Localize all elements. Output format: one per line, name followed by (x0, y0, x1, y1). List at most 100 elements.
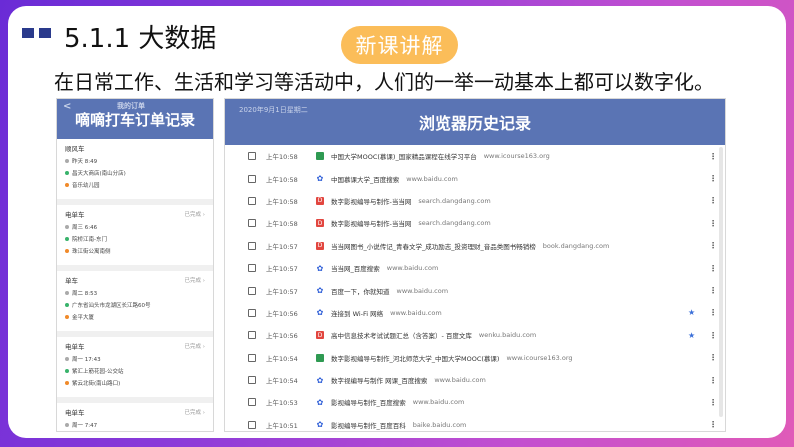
more-options-icon[interactable]: ⋮ (709, 219, 717, 228)
history-title[interactable]: 连接到 Wi-Fi 网络 (331, 308, 383, 318)
more-options-icon[interactable]: ⋮ (709, 152, 717, 161)
order-status: 已完成 › (184, 278, 205, 284)
history-title[interactable]: 当当网_百度搜索 (331, 263, 380, 273)
history-row[interactable]: 上午10:54 数字影视编导与制作_河北师范大学_中国大学MOOC(慕课) www.… (225, 347, 725, 369)
history-row[interactable]: 上午10:58 中国大学MOOC(慕课)_国家精品课程在线学习平台 www.icou… (225, 145, 725, 167)
history-domain: www.icourse163.org (506, 353, 573, 362)
history-checkbox[interactable] (248, 353, 256, 362)
history-row[interactable]: 上午10:57 D 当当网图书_小说传记_青春文学_成功励志_投资理财_音品类图书畅… (225, 235, 725, 257)
history-checkbox[interactable] (248, 331, 256, 340)
more-options-icon[interactable]: ⋮ (709, 174, 717, 183)
history-domain: www.baidu.com (386, 264, 439, 273)
history-title[interactable]: 中国慕课大学_百度搜索 (331, 174, 399, 184)
slide-heading: 5.1.1 大数据 (64, 24, 217, 54)
back-icon[interactable]: < (63, 101, 71, 112)
history-row[interactable]: 上午10:58 D 数字影视编导与制作-当当网 search.dangdang.com… (225, 190, 725, 212)
order-time: 周三 6:46 (72, 225, 98, 231)
star-icon[interactable]: ★ (688, 331, 695, 340)
history-row[interactable]: 上午10:56 ✿ 连接到 Wi-Fi 网络 www.baidu.com ★ ⋮ (225, 302, 725, 324)
order-status: 已完成 › (184, 212, 205, 218)
history-domain: baike.baidu.com (412, 420, 467, 429)
order-destination: 金平大厦 (72, 315, 95, 321)
origin-dot-icon (65, 171, 69, 175)
dangdang-icon: D (316, 331, 324, 340)
history-checkbox[interactable] (248, 196, 256, 205)
history-row[interactable]: 上午10:53 ✿ 影视编导与制作_百度搜索 www.baidu.com ⋮ (225, 391, 725, 413)
order-origin: 广东省汕头市龙湖区长江路60号 (72, 303, 151, 309)
order-type: 顺风车 (65, 145, 85, 153)
browser-history-header: 2020年9月1日星期二 浏览器历史记录 (225, 99, 725, 145)
time-dot-icon (65, 159, 69, 163)
history-checkbox[interactable] (248, 241, 256, 250)
history-checkbox[interactable] (248, 376, 256, 385)
history-title[interactable]: 高中信息技术考试试题汇总（含答案）- 百度文库 (331, 330, 472, 340)
history-time: 上午10:57 (266, 265, 298, 274)
history-domain: www.baidu.com (434, 376, 486, 385)
history-checkbox[interactable] (248, 308, 256, 317)
history-scrollbar[interactable] (719, 147, 723, 417)
history-title[interactable]: 影视编导与制作_百度搜索 (331, 397, 406, 407)
order-card[interactable]: 电单车已完成 ›周一 7:47大宅门(南山路)附近汕头市精钰设备附件厂有限公司东… (57, 403, 213, 431)
history-row[interactable]: 上午10:58 ✿ 中国慕课大学_百度搜索 www.baidu.com ⋮ (225, 167, 725, 189)
slide: 5.1.1 大数据 新课讲解 在日常工作、生活和学习等活动中，人们的一举一动基本… (8, 6, 786, 438)
ride-order-title: 嘀嘀打车订单记录 (74, 110, 195, 129)
order-time: 昨天 8:49 (72, 159, 98, 165)
more-options-icon[interactable]: ⋮ (709, 376, 717, 385)
more-options-icon[interactable]: ⋮ (709, 264, 717, 273)
order-card[interactable]: 电单车 已完成 › 周一 17:43 紫汇上筋花园-公交站 紫云北街(南山路口) (57, 337, 213, 397)
order-card[interactable]: 电单车 已完成 › 周三 6:46 院桥江南-东门 珠江街公寓南侧 (57, 205, 213, 265)
history-title[interactable]: 百度一下，你就知道 (331, 286, 390, 296)
order-card[interactable]: 单车 已完成 › 周二 8:53 广东省汕头市龙湖区长江路60号 金平大厦 (57, 271, 213, 331)
history-title[interactable]: 数字影视编导与制作-当当网 (331, 218, 411, 228)
more-options-icon[interactable]: ⋮ (709, 353, 717, 362)
baidu-paw-icon: ✿ (316, 308, 324, 318)
more-options-icon[interactable]: ⋮ (709, 286, 717, 295)
history-row[interactable]: 上午10:51 ✿ 影视编导与制作_百度百科 baike.baidu.com ⋮ (225, 414, 725, 431)
more-options-icon[interactable]: ⋮ (709, 241, 717, 250)
time-dot-icon (65, 291, 69, 295)
history-row[interactable]: 上午10:54 ✿ 数字视编导与制作 网课_百度搜索 www.baidu.com ⋮ (225, 369, 725, 391)
destination-dot-icon (65, 381, 69, 385)
order-destination: 紫云北街(南山路口) (72, 381, 121, 387)
history-time: 上午10:54 (266, 354, 298, 363)
order-time: 周一 17:43 (72, 357, 101, 363)
history-checkbox[interactable] (248, 420, 256, 429)
more-options-icon[interactable]: ⋮ (709, 331, 717, 340)
history-checkbox[interactable] (248, 174, 256, 183)
history-row[interactable]: 上午10:57 ✿ 百度一下，你就知道 www.baidu.com ⋮ (225, 279, 725, 301)
history-domain: www.icourse163.org (483, 152, 550, 161)
history-row[interactable]: 上午10:57 ✿ 当当网_百度搜索 www.baidu.com ⋮ (225, 257, 725, 279)
history-row[interactable]: 上午10:56 D 高中信息技术考试试题汇总（含答案）- 百度文库 wenku.bai… (225, 324, 725, 346)
history-checkbox[interactable] (248, 152, 256, 161)
order-status: 已完成 › (184, 344, 205, 350)
history-title[interactable]: 数字视编导与制作 网课_百度搜索 (331, 375, 427, 385)
history-list: 上午10:58 中国大学MOOC(慕课)_国家精品课程在线学习平台 www.icou… (225, 145, 725, 431)
history-time: 上午10:51 (266, 421, 298, 430)
history-checkbox[interactable] (248, 264, 256, 273)
origin-dot-icon (65, 369, 69, 373)
history-title[interactable]: 中国大学MOOC(慕课)_国家精品课程在线学习平台 (331, 151, 477, 161)
history-domain: search.dangdang.com (418, 196, 491, 205)
history-time: 上午10:57 (266, 242, 298, 251)
history-title[interactable]: 当当网图书_小说传记_青春文学_成功励志_投资理财_音品类图书畅销榜 (331, 241, 536, 251)
more-options-icon[interactable]: ⋮ (709, 308, 717, 317)
history-checkbox[interactable] (248, 286, 256, 295)
history-title[interactable]: 数字影视编导与制作-当当网 (331, 196, 411, 206)
more-options-icon[interactable]: ⋮ (709, 420, 717, 429)
history-time: 上午10:58 (266, 197, 298, 206)
more-options-icon[interactable]: ⋮ (709, 196, 717, 205)
more-options-icon[interactable]: ⋮ (709, 398, 717, 407)
history-time: 上午10:54 (266, 377, 298, 386)
history-title[interactable]: 影视编导与制作_百度百科 (331, 420, 406, 430)
destination-dot-icon (65, 183, 69, 187)
baidu-paw-icon: ✿ (316, 397, 324, 407)
history-time: 上午10:56 (266, 332, 298, 341)
star-icon[interactable]: ★ (688, 308, 695, 317)
history-date-label: 2020年9月1日星期二 (239, 106, 308, 114)
history-checkbox[interactable] (248, 398, 256, 407)
history-title[interactable]: 数字影视编导与制作_河北师范大学_中国大学MOOC(慕课) (331, 353, 499, 363)
history-checkbox[interactable] (248, 219, 256, 228)
history-row[interactable]: 上午10:58 D 数字影视编导与制作-当当网 search.dangdang.com… (225, 212, 725, 234)
order-list: 顺风车 昨天 8:49 昌天大商店(南山分店) 音乐幼儿园 电单车 已完成 › 周三 6:4… (57, 139, 213, 431)
order-card[interactable]: 顺风车 昨天 8:49 昌天大商店(南山分店) 音乐幼儿园 (57, 139, 213, 199)
